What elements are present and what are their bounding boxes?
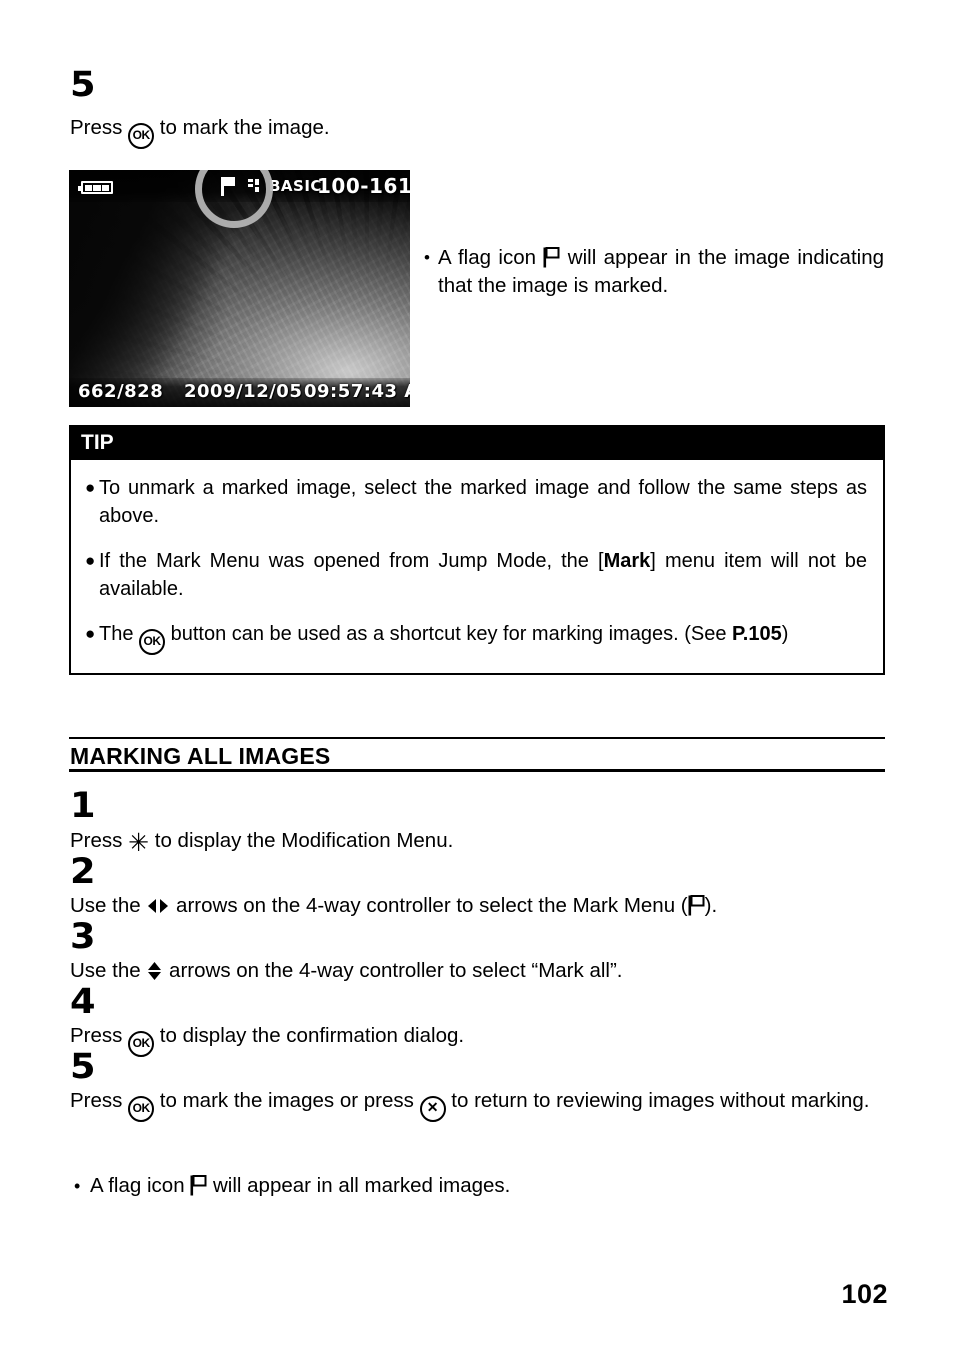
- step-5-top-text-before: Press: [70, 116, 129, 139]
- step-2-text-part2: arrows on the 4-way controller to select…: [170, 894, 688, 917]
- section-title: MARKING ALL IMAGES: [70, 743, 331, 769]
- step-number-1: 1: [70, 786, 96, 826]
- lcd-file-number: 100-1610: [317, 174, 410, 198]
- section-rule-bottom: [69, 769, 885, 772]
- tip-bullet-2: ●: [85, 551, 96, 570]
- step-3-text-part1: Use the: [70, 959, 147, 982]
- tip-box-title: TIP: [71, 427, 883, 460]
- manual-page: 5 Press OK to mark the image. BASIC 100-…: [0, 0, 954, 1357]
- step-3-text-part2: arrows on the 4-way controller to select…: [163, 959, 623, 982]
- step-5-text-part2: to mark the images or press: [154, 1089, 420, 1112]
- step-5-top-text-after: to mark the image.: [154, 116, 330, 139]
- step-number-5: 5: [70, 1047, 96, 1087]
- left-right-arrows-icon: [146, 897, 170, 915]
- step-4-text-part2: to display the confirmation dialog.: [154, 1024, 465, 1047]
- step-2-text-part3: ).: [704, 894, 718, 917]
- step-1-text-part1: Press: [70, 829, 129, 852]
- tip-text-3-part3: ): [781, 623, 789, 645]
- section-rule-top: [69, 737, 885, 739]
- step-number-4: 4: [70, 982, 96, 1022]
- step-2-instruction: Use the arrows on the 4-way controller t…: [70, 892, 886, 920]
- lcd-frame-counter: 662/828: [78, 381, 164, 402]
- battery-icon: [78, 181, 113, 194]
- final-note: • A flag icon will appear in all marked …: [74, 1172, 774, 1200]
- step-1-instruction: Press ✳ to display the Modification Menu…: [70, 827, 886, 855]
- final-note-part2: will appear in all marked images.: [207, 1174, 511, 1197]
- tip-box-body: ● To unmark a marked image, select the m…: [71, 460, 883, 673]
- step-4-instruction: Press OK to display the confirmation dia…: [70, 1022, 886, 1057]
- callout-text-part1: A flag icon: [438, 246, 544, 269]
- cancel-button-icon: ✕: [419, 1096, 446, 1122]
- callout-bullet: •: [424, 248, 430, 267]
- step-2-text-part1: Use the: [70, 894, 147, 917]
- flag-icon: [190, 1175, 207, 1196]
- flag-icon: [688, 895, 705, 916]
- ok-button-icon: OK: [128, 1031, 155, 1057]
- lcd-date: 2009/12/05: [184, 381, 303, 402]
- tip-text-2-part1: If the Mark Menu was opened from Jump Mo…: [99, 550, 604, 572]
- step-5-text-part3: to return to reviewing images without ma…: [445, 1089, 870, 1112]
- tip-item-2: ● If the Mark Menu was opened from Jump …: [85, 547, 867, 603]
- tip-item-1: ● To unmark a marked image, select the m…: [85, 474, 867, 530]
- flag-icon: [543, 247, 560, 268]
- step-3-instruction: Use the arrows on the 4-way controller t…: [70, 957, 886, 985]
- step-5-top-instruction: Press OK to mark the image.: [70, 114, 330, 149]
- camera-lcd-screenshot: BASIC 100-1610 662/828 2009/12/05 09:57:…: [69, 170, 410, 407]
- step-number-5-top: 5: [70, 65, 96, 105]
- star-button-icon: ✳: [128, 828, 150, 857]
- step-5-text-part1: Press: [70, 1089, 129, 1112]
- tip-text-3-page-ref[interactable]: P.105: [732, 623, 782, 645]
- tip-bullet-1: ●: [85, 478, 96, 497]
- ok-button-icon: OK: [139, 629, 166, 655]
- tip-text-3-part2: button can be used as a shortcut key for…: [165, 623, 732, 645]
- step-1-text-part2: to display the Modification Menu.: [149, 829, 454, 852]
- tip-item-3: ● The OK button can be used as a shortcu…: [85, 620, 867, 655]
- tip-text-2-bold-mark: Mark: [603, 550, 651, 572]
- final-note-bullet: •: [74, 1176, 81, 1196]
- ok-button-icon: OK: [128, 1096, 155, 1122]
- step-number-3: 3: [70, 917, 96, 957]
- step-4-text-part1: Press: [70, 1024, 129, 1047]
- tip-text-3: The OK button can be used as a shortcut …: [99, 620, 867, 655]
- callout-text: A flag icon will appear in the image ind…: [438, 244, 884, 300]
- up-down-arrows-icon: [146, 960, 163, 982]
- step-5-instruction: Press OK to mark the images or press ✕ t…: [70, 1087, 885, 1122]
- tip-text-3-part1: The: [99, 623, 140, 645]
- tip-bullet-3: ●: [85, 624, 96, 643]
- tip-text-2: If the Mark Menu was opened from Jump Mo…: [99, 547, 867, 603]
- lcd-quality-label: BASIC: [269, 177, 322, 195]
- page-number: 102: [841, 1279, 888, 1309]
- final-note-part1: A flag icon: [90, 1174, 191, 1197]
- callout-flag-note: • A flag icon will appear in the image i…: [424, 244, 884, 300]
- final-note-text: A flag icon will appear in all marked im…: [90, 1172, 774, 1200]
- lcd-time: 09:57:43 AM: [304, 381, 410, 402]
- ok-button-icon: OK: [128, 123, 155, 149]
- tip-box: TIP ● To unmark a marked image, select t…: [69, 425, 885, 675]
- step-number-2: 2: [70, 852, 96, 892]
- tip-text-1: To unmark a marked image, select the mar…: [99, 477, 867, 527]
